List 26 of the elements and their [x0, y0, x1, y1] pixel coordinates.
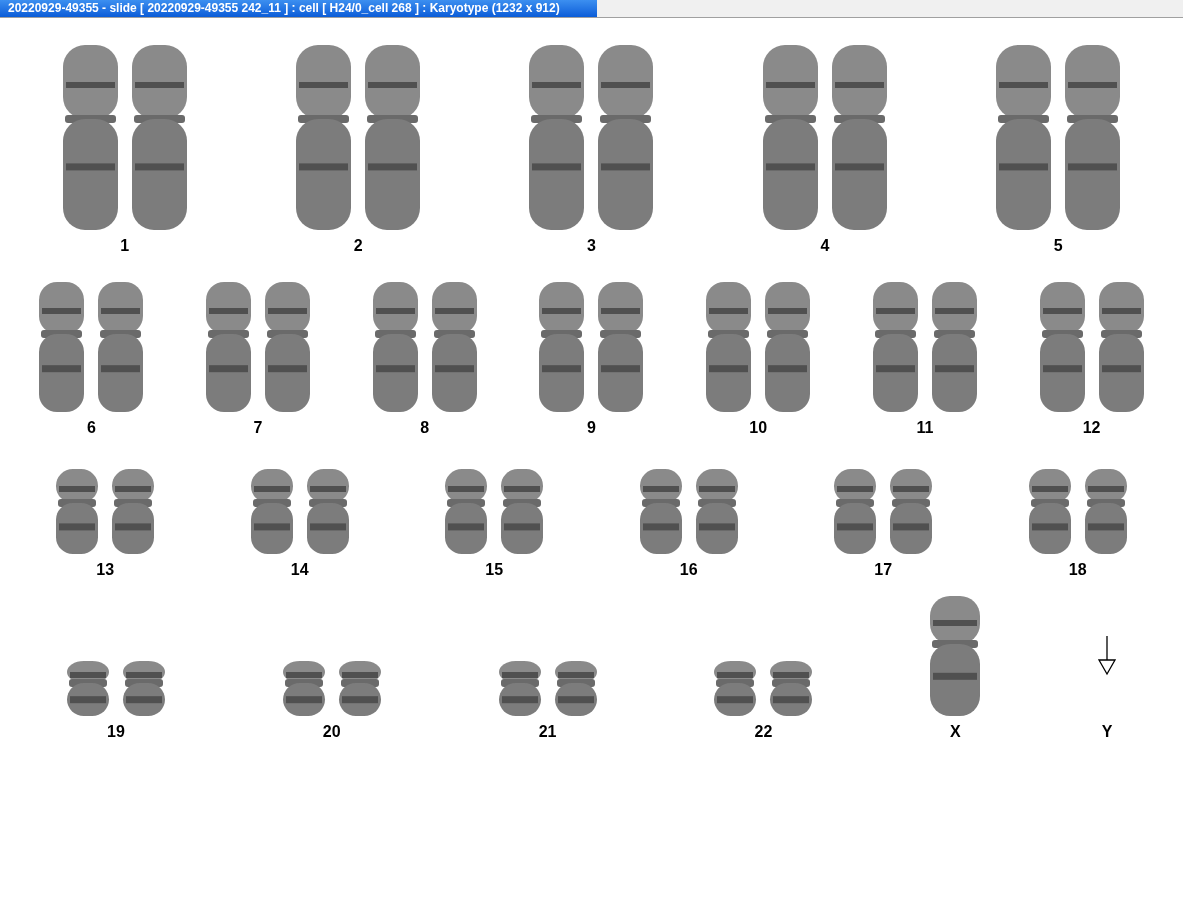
chromosome-label: 8 [420, 418, 430, 438]
chromosome-label: 4 [820, 236, 830, 256]
window-title: 20220929-49355 - slide [ 20220929-49355 242_11 ] : cell [ H24/0_cell 268 ] : Karyotype (1232 x 912) [0, 0, 597, 17]
chromosome-label: 19 [107, 722, 125, 742]
chromosome-label: 20 [322, 722, 341, 742]
chromosome-label: 21 [538, 722, 557, 742]
chromosome-label: X [949, 722, 961, 742]
chromosome-label: 10 [749, 418, 768, 438]
chromosome-label: 14 [290, 560, 309, 580]
chromosome-label: 17 [874, 560, 893, 580]
down-arrow-icon [1098, 636, 1117, 676]
chromosome-label: 7 [253, 418, 263, 438]
chromosome-label: 5 [1053, 236, 1063, 256]
chromosome-label: 1 [120, 236, 130, 256]
chromosome-label: 18 [1068, 560, 1087, 580]
chromosome-label: 2 [353, 236, 363, 256]
chromosome-label: 22 [754, 722, 773, 742]
chromosome-label: 13 [96, 560, 115, 580]
chromosome-label: Y [1101, 722, 1113, 742]
chromosome-label: 11 [916, 418, 934, 438]
chromosome-label: 6 [86, 418, 96, 438]
chromosome-label: 12 [1082, 418, 1101, 438]
chromosome-label: 9 [587, 418, 596, 438]
chromosome-label: 15 [485, 560, 504, 580]
chromosome-label: 16 [679, 560, 698, 580]
chromosome-label: 3 [587, 236, 596, 256]
